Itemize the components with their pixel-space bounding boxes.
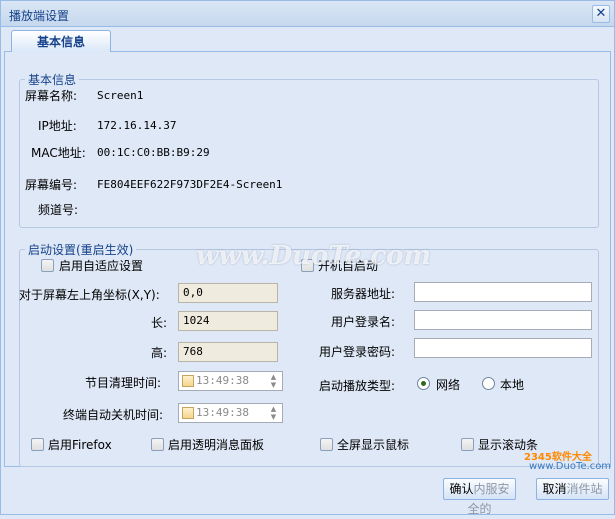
play-type-network-label: 网络 [436, 378, 461, 392]
play-type-network-radio[interactable] [417, 377, 430, 390]
fullscreen-mouse-checkbox[interactable] [320, 438, 333, 451]
spin-up-icon[interactable]: ▲ [267, 373, 280, 381]
clear-time-checkbox[interactable] [182, 375, 194, 387]
height-label: 高: [151, 346, 168, 360]
mac-value: 00:1C:C0:BB:B9:29 [97, 146, 210, 159]
cancel-suffix: 消件站 [566, 482, 603, 496]
shutdown-time-picker[interactable]: 13:49:38 ▲ ▼ [178, 403, 283, 423]
adaptive-label: 启用自适应设置 [59, 259, 144, 273]
spin-down-icon[interactable]: ▼ [267, 413, 280, 421]
spin-down-icon[interactable]: ▼ [267, 381, 280, 389]
brand-url-watermark: www.DuoTe.com [529, 461, 612, 472]
user-label: 用户登录名: [331, 315, 396, 329]
play-type-label: 启动播放类型: [319, 379, 396, 393]
length-label: 长: [151, 316, 168, 330]
server-label: 服务器地址: [331, 287, 396, 301]
shutdown-time-value: 13:49:38 [196, 406, 249, 419]
coord-input[interactable]: 0,0 [178, 283, 278, 303]
play-type-local-radio[interactable] [482, 377, 495, 390]
ok-suffix: 内服安全的 [467, 482, 510, 516]
play-type-local-label: 本地 [500, 378, 525, 392]
transparent-panel-checkbox[interactable] [151, 438, 164, 451]
ok-button[interactable]: 确认内服安全的 [443, 478, 516, 516]
mac-label: MAC地址: [31, 146, 86, 160]
clear-time-spinner[interactable]: ▲ ▼ [267, 373, 280, 389]
adaptive-checkbox[interactable] [41, 259, 54, 272]
password-input[interactable] [414, 338, 592, 358]
shutdown-time-spinner[interactable]: ▲ ▼ [267, 405, 280, 421]
ip-label: IP地址: [38, 119, 77, 133]
startup-settings-legend: 启动设置(重启生效) [28, 243, 134, 257]
shutdown-time-checkbox[interactable] [182, 407, 194, 419]
tab-basic-info[interactable]: 基本信息 [11, 30, 111, 53]
basic-info-legend: 基本信息 [28, 73, 77, 87]
clear-time-value: 13:49:38 [196, 374, 249, 387]
screen-id-value: FE804EEF622F973DF2E4-Screen1 [97, 178, 283, 191]
spin-up-icon[interactable]: ▲ [267, 405, 280, 413]
clear-time-picker[interactable]: 13:49:38 ▲ ▼ [178, 371, 283, 391]
window-title: 播放端设置 [9, 9, 70, 23]
server-input[interactable] [414, 282, 592, 302]
user-input[interactable] [414, 310, 592, 330]
cancel-label: 取消 [542, 482, 567, 496]
close-icon[interactable]: ✕ [592, 5, 610, 23]
firefox-label: 启用Firefox [48, 438, 112, 452]
duote-watermark: www.DuoTe.com [196, 241, 432, 271]
scrollbar-checkbox[interactable] [461, 438, 474, 451]
channel-label: 频道号: [38, 203, 79, 217]
fullscreen-mouse-label: 全屏显示鼠标 [337, 438, 410, 452]
shutdown-time-label: 终端自动关机时间: [63, 408, 164, 422]
settings-window: 播放端设置 ✕ 基本信息 基本信息 屏幕名称: Screen1 IP地址: 17… [0, 0, 615, 516]
transparent-panel-label: 启用透明消息面板 [168, 438, 265, 452]
cancel-button[interactable]: 取消消件站 [536, 478, 609, 500]
ip-value: 172.16.14.37 [97, 119, 177, 132]
firefox-checkbox[interactable] [31, 438, 44, 451]
password-label: 用户登录密码: [319, 345, 396, 359]
ok-label: 确认 [449, 482, 474, 496]
clear-time-label: 节目清理时间: [85, 376, 162, 390]
tab-strip: 基本信息 [4, 28, 611, 53]
screen-name-value: Screen1 [97, 89, 144, 102]
height-input[interactable]: 768 [178, 342, 278, 362]
screen-name-label: 屏幕名称: [25, 89, 78, 103]
screen-id-label: 屏幕编号: [25, 178, 78, 192]
coord-label: 对于屏幕左上角坐标(X,Y): [19, 288, 160, 302]
title-bar[interactable]: 播放端设置 ✕ [1, 1, 614, 27]
length-input[interactable]: 1024 [178, 311, 278, 331]
